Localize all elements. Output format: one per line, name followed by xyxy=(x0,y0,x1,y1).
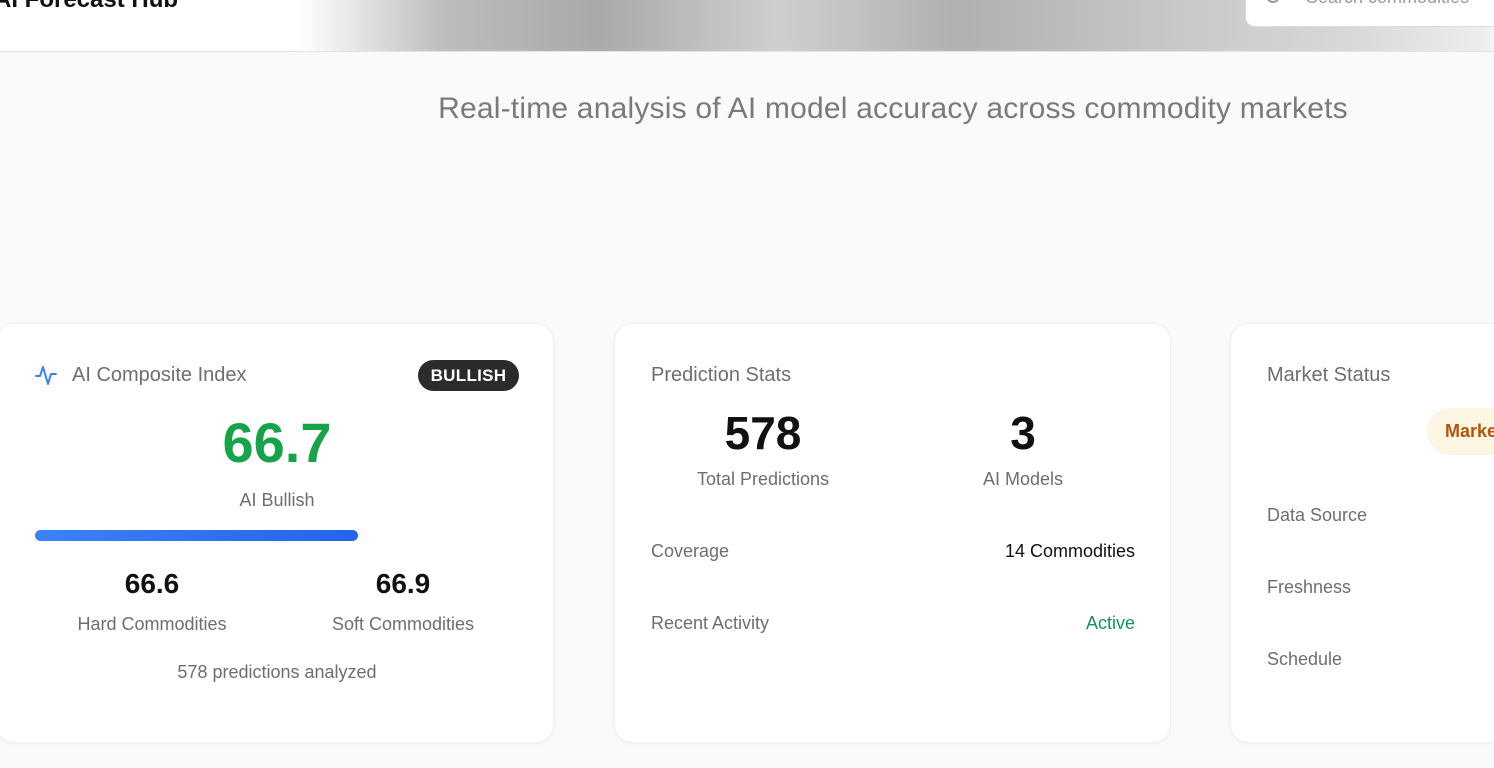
app-brand-title[interactable]: AI Forecast Hub xyxy=(0,0,178,14)
composite-score-label: AI Bullish xyxy=(239,490,315,510)
composite-title: AI Composite Index xyxy=(72,364,247,386)
market-status-pill: Marke xyxy=(1427,408,1494,455)
composite-progress-fill xyxy=(35,530,358,541)
recent-activity-label: Recent Activity xyxy=(651,613,770,633)
sentiment-badge: BULLISH xyxy=(418,360,519,391)
composite-score: 66.7 xyxy=(222,411,332,474)
total-predictions-value: 578 xyxy=(724,407,802,459)
prediction-stats-card: Prediction Stats 578 Total Predictions 3… xyxy=(614,323,1171,743)
search-icon xyxy=(1266,0,1280,3)
hard-commodities-label: Hard Commodities xyxy=(77,614,227,634)
recent-activity-status: Active xyxy=(1085,613,1135,633)
composite-index-card: AI Composite Index BULLISH 66.7 AI Bulli… xyxy=(0,323,554,743)
coverage-value: 14 Commodities xyxy=(1004,541,1135,561)
page-subtitle: Real-time analysis of AI model accuracy … xyxy=(438,92,1348,125)
data-source-label: Data Source xyxy=(1267,505,1368,525)
freshness-label: Freshness xyxy=(1267,577,1352,597)
market-status-card: Market Status Marke Data Source Freshnes… xyxy=(1230,323,1494,743)
composite-progress-bar xyxy=(35,530,519,541)
top-header: AI Forecast Hub Search commodities xyxy=(0,0,1494,52)
soft-commodities-value: 66.9 xyxy=(375,568,431,599)
search-input[interactable]: Search commodities xyxy=(1245,0,1494,27)
prediction-stats-title: Prediction Stats xyxy=(651,364,792,386)
total-predictions-label: Total Predictions xyxy=(696,469,830,489)
coverage-label: Coverage xyxy=(651,541,730,561)
market-status-pill-text: Marke xyxy=(1445,421,1494,441)
ai-models-label: AI Models xyxy=(982,469,1064,489)
market-status-title: Market Status xyxy=(1267,364,1391,386)
activity-pulse-icon xyxy=(35,366,57,385)
search-placeholder: Search commodities xyxy=(1306,0,1469,8)
predictions-footnote: 578 predictions analyzed xyxy=(177,662,377,682)
schedule-label: Schedule xyxy=(1267,649,1343,669)
hard-commodities-value: 66.6 xyxy=(124,568,180,599)
soft-commodities-label: Soft Commodities xyxy=(331,614,475,634)
ai-models-value: 3 xyxy=(1010,407,1036,459)
